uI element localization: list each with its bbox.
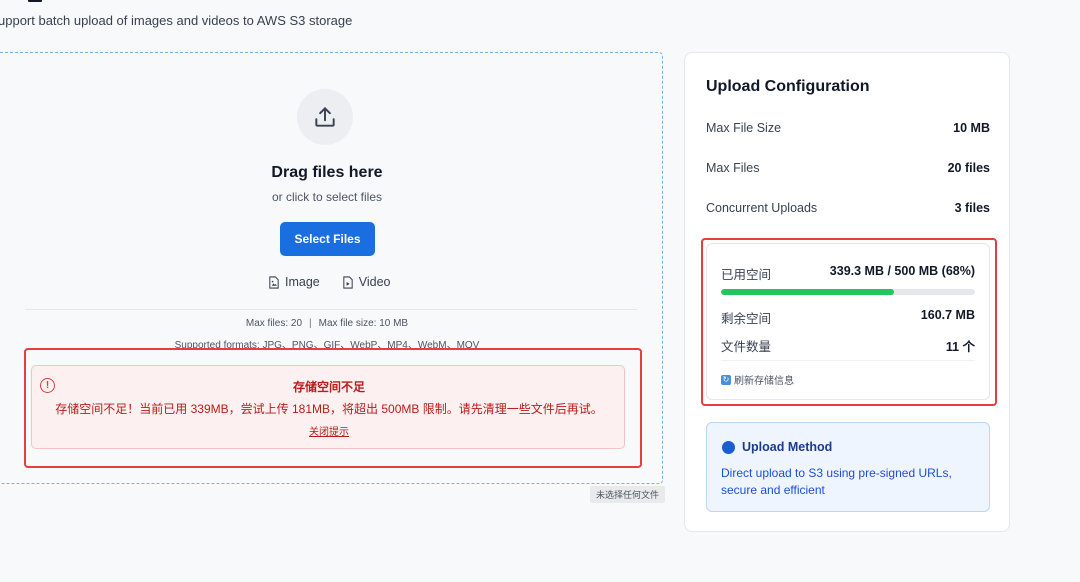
type-video: Video bbox=[342, 275, 391, 289]
page-subtitle: upport batch upload of images and videos… bbox=[0, 13, 353, 28]
drag-subtitle: or click to select files bbox=[271, 190, 383, 204]
select-files-button[interactable]: Select Files bbox=[280, 222, 375, 256]
config-label: Max Files bbox=[706, 161, 760, 175]
config-value: 20 files bbox=[947, 161, 990, 175]
image-file-icon bbox=[269, 275, 279, 289]
max-file-size-text: Max file size: 10 MB bbox=[318, 318, 409, 329]
storage-highlight-box bbox=[701, 238, 997, 406]
file-input-tooltip: 未选择任何文件 bbox=[590, 486, 666, 503]
config-row-concurrent-uploads: Concurrent Uploads 3 files bbox=[706, 201, 990, 215]
upload-limits: Max files: 20 | Max file size: 10 MB bbox=[0, 318, 657, 329]
upload-method-title: Upload Method bbox=[742, 440, 833, 454]
config-label: Concurrent Uploads bbox=[706, 201, 818, 215]
info-dot-icon bbox=[722, 441, 735, 454]
upload-method-card: Upload Method Direct upload to S3 using … bbox=[706, 422, 990, 512]
limits-separator: | bbox=[309, 318, 312, 329]
config-title: Upload Configuration bbox=[706, 78, 870, 95]
type-image-label: Image bbox=[285, 275, 320, 289]
config-value: 3 files bbox=[954, 201, 990, 215]
page-title-fragment bbox=[28, 0, 42, 2]
config-row-max-files: Max Files 20 files bbox=[706, 161, 990, 175]
max-files-text: Max files: 20 bbox=[245, 318, 303, 329]
upload-icon bbox=[297, 89, 353, 145]
type-video-label: Video bbox=[358, 275, 391, 289]
config-label: Max File Size bbox=[706, 121, 782, 135]
error-highlight-box bbox=[24, 348, 642, 468]
file-type-list: Image Video bbox=[268, 275, 391, 289]
divider bbox=[25, 309, 637, 310]
video-file-icon bbox=[343, 275, 353, 289]
upload-method-description: Direct upload to S3 using pre-signed URL… bbox=[721, 466, 952, 497]
config-value: 10 MB bbox=[953, 121, 990, 135]
drag-title: Drag files here bbox=[271, 164, 383, 181]
config-row-max-file-size: Max File Size 10 MB bbox=[706, 121, 990, 135]
type-image: Image bbox=[268, 275, 320, 289]
